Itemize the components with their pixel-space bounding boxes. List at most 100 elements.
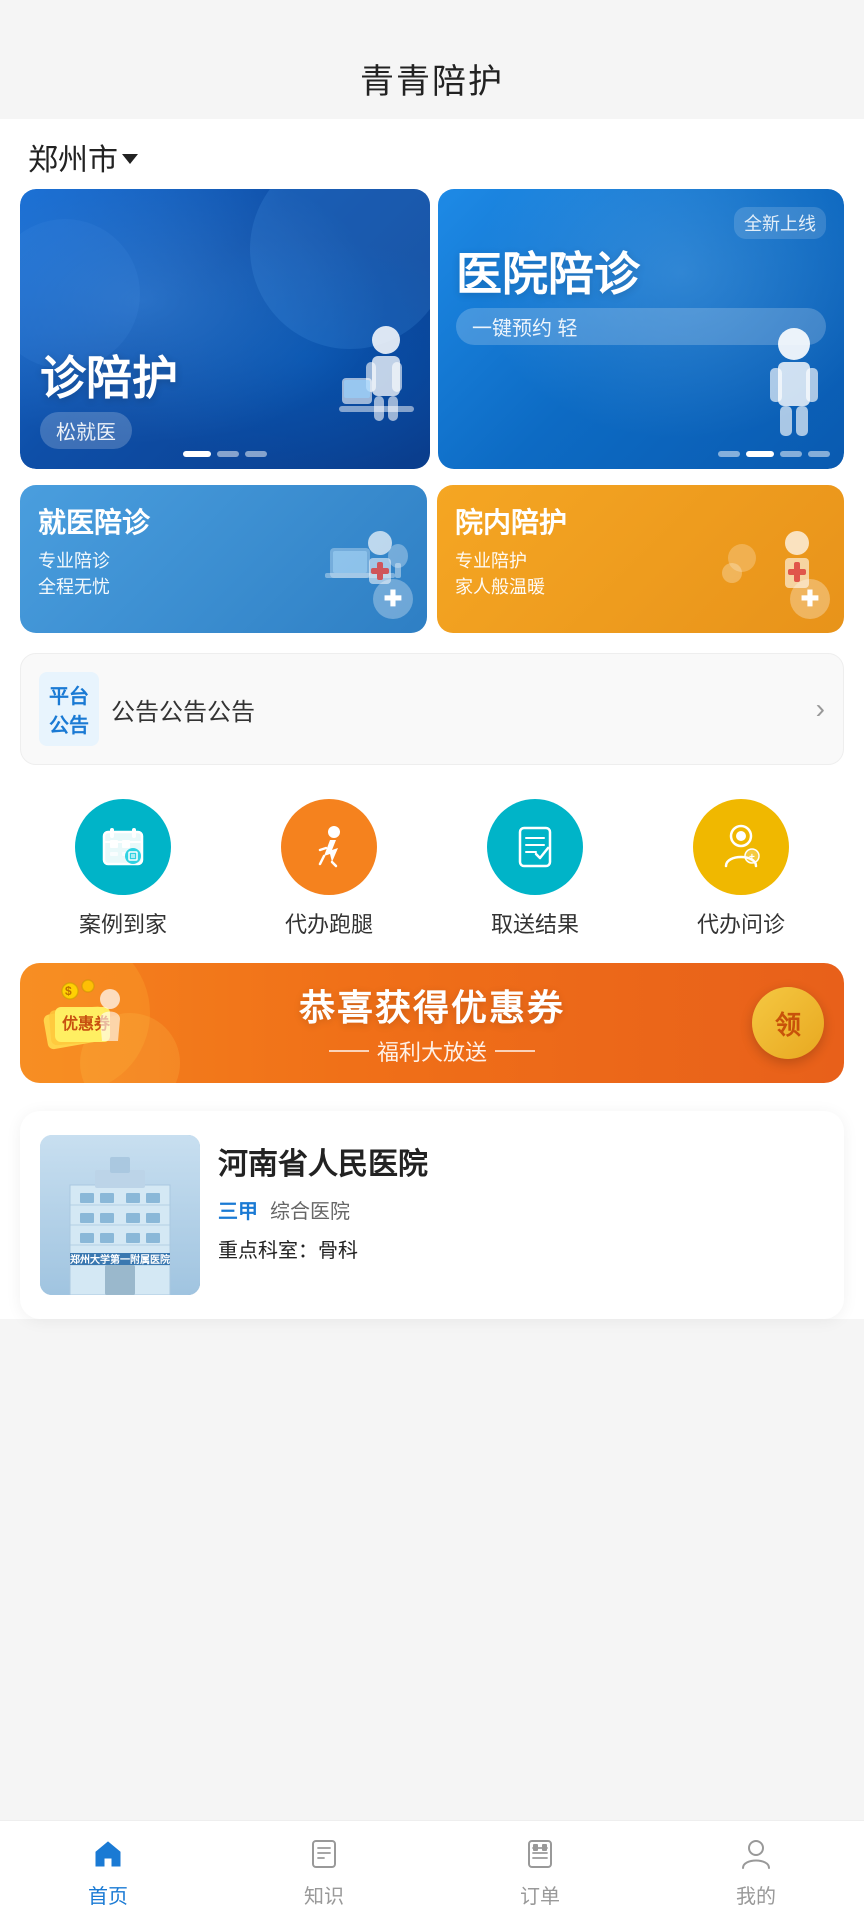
coupon-claim-button[interactable]: 领	[752, 987, 824, 1059]
action-case-home-label: 案例到家	[79, 907, 167, 939]
nav-profile-label: 我的	[736, 1880, 776, 1909]
consult-icon-bg: +	[693, 799, 789, 895]
dot-1	[183, 451, 211, 457]
nav-item-order[interactable]: 订单	[498, 1824, 582, 1917]
main-content: 郑州市	[0, 119, 864, 1319]
chevron-right-icon: ›	[816, 693, 825, 725]
banner-right-main-text: 医院陪诊	[456, 249, 826, 300]
coupon-sub-label: 福利大放送	[377, 1035, 487, 1067]
hospital-card[interactable]: 郑州大学第一附属医院 河南省人民医院 三甲 综合医院 重点科室：骨科	[20, 1111, 844, 1319]
banner-left-dots	[183, 451, 267, 457]
rdot-3	[780, 451, 802, 457]
card-blue-desc1: 专业陪诊	[38, 547, 409, 573]
order-icon	[522, 1836, 558, 1872]
quick-actions: 案例到家 代办跑腿	[0, 789, 864, 963]
action-result[interactable]: 取送结果	[487, 799, 583, 939]
calendar-icon	[96, 820, 150, 874]
action-result-label: 取送结果	[491, 907, 579, 939]
rdot-1	[718, 451, 740, 457]
announce-label-line2: 公告	[49, 709, 89, 738]
service-card-yipei[interactable]: 就医陪诊 专业陪诊 全程无忧	[20, 485, 427, 633]
banner-right-dots	[718, 451, 830, 457]
announcement-bar[interactable]: 平台 公告 公告公告公告 ›	[20, 653, 844, 765]
order-icon-wrap	[518, 1832, 562, 1876]
nav-item-profile[interactable]: 我的	[714, 1824, 798, 1917]
card-orange-desc1: 专业陪护	[455, 547, 826, 573]
nav-order-label: 订单	[520, 1880, 560, 1909]
card-orange-content: 院内陪护 专业陪护 家人般温暖	[437, 485, 844, 615]
card-blue-desc2: 全程无忧	[38, 573, 409, 599]
running-icon	[302, 820, 356, 874]
profile-icon-wrap	[734, 1832, 778, 1876]
action-case-home[interactable]: 案例到家	[75, 799, 171, 939]
banner-left-main-text: 诊陪护	[40, 353, 410, 404]
bottom-nav: 首页 知识 订单	[0, 1820, 864, 1920]
city-selector[interactable]: 郑州市	[0, 119, 864, 189]
chevron-down-icon	[122, 154, 138, 164]
home-icon-wrap	[86, 1832, 130, 1876]
result-icon-bg	[487, 799, 583, 895]
banner-left-sub-text: 松就医	[40, 412, 132, 449]
city-name: 郑州市	[28, 135, 118, 179]
rdot-2	[746, 451, 774, 457]
card-orange-desc2: 家人般温暖	[455, 573, 826, 599]
coupon-dash-right	[495, 1050, 535, 1052]
hospital-type-tag: 综合医院	[270, 1195, 350, 1224]
banner-section: 诊陪护 松就医	[0, 189, 864, 485]
coupon-banner[interactable]: 优惠券 $ 恭喜获得优惠券 福利大放送 领	[20, 963, 844, 1083]
dot-3	[245, 451, 267, 457]
hospital-section: 郑州大学第一附属医院 河南省人民医院 三甲 综合医院 重点科室：骨科	[20, 1111, 844, 1319]
banner-left-text: 诊陪护 松就医	[40, 353, 410, 449]
book-icon	[306, 1836, 342, 1872]
app-title: 青青陪护	[0, 54, 864, 103]
coupon-left-decoration: 优惠券 $	[40, 971, 140, 1076]
service-cards: 就医陪诊 专业陪诊 全程无忧	[0, 485, 864, 653]
hospital-image: 郑州大学第一附属医院	[40, 1135, 200, 1295]
hospital-dept-value: 骨科	[318, 1240, 358, 1262]
card-blue-content: 就医陪诊 专业陪诊 全程无忧	[20, 485, 427, 615]
hospital-level-tag: 三甲	[218, 1195, 258, 1224]
document-icon	[508, 820, 562, 874]
nav-knowledge-label: 知识	[304, 1880, 344, 1909]
action-consult-label: 代办问诊	[697, 907, 785, 939]
knowledge-icon-wrap	[302, 1832, 346, 1876]
status-bar	[0, 0, 864, 44]
header: 青青陪护	[0, 44, 864, 119]
hospital-name: 河南省人民医院	[218, 1139, 824, 1183]
errand-icon-bg	[281, 799, 377, 895]
announce-label-line1: 平台	[49, 680, 89, 709]
announce-text: 公告公告公告	[111, 692, 804, 727]
coupon-main-text: 恭喜获得优惠券	[299, 979, 565, 1031]
banner-right-sub-text: 一键预约 轻	[456, 308, 826, 345]
service-card-yuannei[interactable]: 院内陪护 专业陪护 家人般温暖 ✚	[437, 485, 844, 633]
svg-text:+: +	[749, 852, 755, 863]
rdot-4	[808, 451, 830, 457]
banner-right-badge: 全新上线	[734, 207, 826, 239]
nav-item-home[interactable]: 首页	[66, 1824, 150, 1917]
nav-item-knowledge[interactable]: 知识	[282, 1824, 366, 1917]
action-errand-label: 代办跑腿	[285, 907, 373, 939]
coupon-claim-label: 领	[775, 1005, 801, 1042]
dot-2	[217, 451, 239, 457]
hospital-tags: 三甲 综合医院	[218, 1195, 824, 1224]
card-orange-title: 院内陪护	[455, 501, 826, 541]
banner-left[interactable]: 诊陪护 松就医	[20, 189, 430, 469]
hospital-dept-label: 重点科室：	[218, 1240, 318, 1262]
coupon-text: 恭喜获得优惠券 福利大放送	[299, 979, 565, 1067]
doctor-icon: +	[714, 820, 768, 874]
action-errand[interactable]: 代办跑腿	[281, 799, 377, 939]
nav-home-label: 首页	[88, 1880, 128, 1909]
hospital-info: 河南省人民医院 三甲 综合医院 重点科室：骨科	[218, 1135, 824, 1295]
home-icon	[90, 1836, 126, 1872]
card-blue-title: 就医陪诊	[38, 501, 409, 541]
banner-wrapper: 诊陪护 松就医	[20, 189, 844, 469]
case-home-icon-bg	[75, 799, 171, 895]
announce-label: 平台 公告	[39, 672, 99, 746]
coupon-dash-left	[329, 1050, 369, 1052]
action-consult[interactable]: + 代办问诊	[693, 799, 789, 939]
hospital-dept: 重点科室：骨科	[218, 1234, 824, 1263]
coupon-sub-text: 福利大放送	[299, 1035, 565, 1067]
svg-text:$: $	[65, 984, 72, 998]
banner-right[interactable]: 全新上线 医院陪诊 一键预约 轻	[438, 189, 844, 469]
svg-text:郑州大学第一附属医院: 郑州大学第一附属医院	[70, 1253, 170, 1266]
